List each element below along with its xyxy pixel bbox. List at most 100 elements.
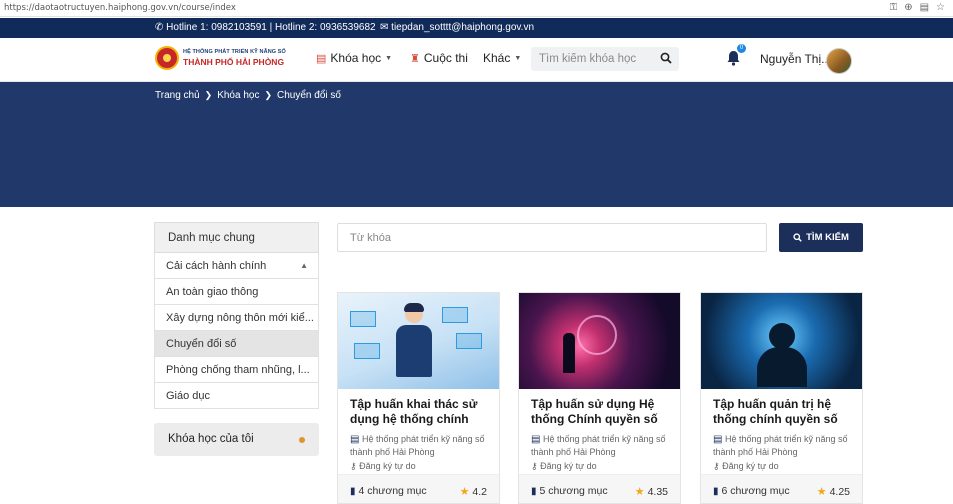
star-icon: ★ (634, 486, 645, 498)
course-org: Hệ thống phát triển kỹ năng số thành phố… (713, 434, 848, 457)
building-icon: ▤ (531, 434, 541, 445)
chevron-right-icon: ❯ (204, 90, 213, 100)
star-icon: ★ (459, 486, 470, 498)
chapter-count: 5 chương mục (539, 485, 608, 497)
keyword-field-wrapper (337, 223, 767, 252)
course-title[interactable]: Tập huấn khai thác sử dụng hệ thống chín… (350, 397, 487, 427)
breadcrumb-home[interactable]: Trang chủ (155, 90, 200, 101)
course-enroll: Đăng ký tự do (540, 461, 597, 471)
email-group: ✉ tiepdan_sotttt@haiphong.gov.vn (380, 22, 534, 33)
chevron-right-icon: ❯ (264, 90, 273, 100)
chevron-down-icon: ▼ (514, 54, 522, 62)
chevron-up-icon[interactable]: ▲ (300, 253, 308, 278)
email-text[interactable]: tiepdan_sotttt@haiphong.gov.vn (391, 22, 534, 33)
course-enroll: Đăng ký tự do (359, 461, 416, 471)
notification-bell[interactable]: 0 (726, 44, 746, 70)
book-icon: ▮ (531, 486, 537, 497)
course-card-footer: ▮ 4 chương mục ★ 4.2 (338, 474, 499, 503)
sidebar-item-label: Xây dựng nông thôn mới kiể... (166, 312, 314, 324)
key-icon: ⚷ (350, 461, 357, 471)
sidebar-item-administrative-reform[interactable]: Cải cách hành chính ▲ (154, 253, 319, 279)
key-icon[interactable]: ⚿ (890, 2, 898, 14)
course-enroll: Đăng ký tự do (722, 461, 779, 471)
page-hero-banner: Trang chủ ❯ Khóa học ❯ Chuyển đổi số (0, 82, 953, 207)
course-org: Hệ thống phát triển kỹ năng số thành phố… (350, 434, 485, 457)
keyword-input[interactable] (338, 224, 766, 251)
main-navbar: HỆ THỐNG PHÁT TRIỂN KỸ NĂNG SỐ THÀNH PHỐ… (0, 38, 953, 82)
status-dot-icon (299, 437, 305, 443)
browser-tools: ⚿ ⊕ ▤ ☆ (890, 2, 945, 14)
sidebar-item-traffic-safety[interactable]: An toàn giao thông (154, 279, 319, 305)
logo-line-1: HỆ THỐNG PHÁT TRIỂN KỸ NĂNG SỐ (183, 49, 286, 55)
hotline-text: Hotline 1: 0982103591 | Hotline 2: 09365… (166, 22, 376, 33)
nav-other-label: Khác (483, 51, 511, 65)
browser-address-bar[interactable]: https://daotaotructuyen.haiphong.gov.vn/… (0, 0, 953, 17)
sidebar-item-label: Phòng chống tham nhũng, l... (166, 364, 310, 376)
my-courses-label: Khóa học của tôi (168, 433, 254, 445)
sidebar-item-label: Cải cách hành chính (166, 260, 267, 272)
user-name[interactable]: Nguyễn Thị... (760, 52, 831, 66)
search-icon[interactable] (660, 52, 672, 67)
course-search-box (531, 47, 679, 71)
chapter-count: 4 chương mục (358, 485, 427, 497)
course-thumbnail[interactable] (519, 293, 680, 389)
sidebar-item-label: Chuyển đổi số (166, 338, 237, 350)
hotline-group: ✆ Hotline 1: 0982103591 | Hotline 2: 093… (155, 22, 376, 33)
sidebar-item-rural-development[interactable]: Xây dựng nông thôn mới kiể... (154, 305, 319, 331)
building-icon: ▤ (713, 434, 723, 445)
logo-line-2: THÀNH PHỐ HẢI PHÒNG (183, 56, 285, 67)
course-org: Hệ thống phát triển kỹ năng số thành phố… (531, 434, 666, 457)
search-icon (793, 233, 802, 242)
sidebar-item-anti-corruption[interactable]: Phòng chống tham nhũng, l... (154, 357, 319, 383)
course-card[interactable]: Tập huấn khai thác sử dụng hệ thống chín… (337, 292, 500, 504)
book-icon: ▤ (316, 52, 327, 65)
search-button-label: TÌM KIẾM (806, 232, 849, 243)
person-silhouette-illustration (757, 323, 807, 389)
nav-contest[interactable]: ♜ Cuộc thi (410, 51, 468, 65)
phone-icon: ✆ (155, 22, 164, 33)
course-card[interactable]: Tập huấn sử dụng Hệ thống Chính quyền số… (518, 292, 681, 504)
nav-contest-label: Cuộc thi (423, 51, 468, 65)
course-search-input[interactable] (531, 53, 651, 65)
sidebar-item-education[interactable]: Giáo dục (154, 383, 319, 409)
key-icon: ⚷ (531, 461, 538, 471)
favorite-icon[interactable]: ☆ (936, 2, 945, 14)
book-icon: ▮ (713, 486, 719, 497)
book-icon: ▮ (350, 486, 356, 497)
site-logo[interactable]: HỆ THỐNG PHÁT TRIỂN KỸ NĂNG SỐ THÀNH PHỐ… (155, 46, 286, 70)
nav-courses[interactable]: ▤ Khóa học ▼ (316, 51, 392, 65)
zoom-icon[interactable]: ⊕ (904, 2, 912, 14)
reader-icon[interactable]: ▤ (920, 2, 929, 14)
notification-count-badge: 0 (737, 44, 746, 53)
chapter-count: 6 chương mục (721, 485, 790, 497)
nav-courses-label: Khóa học (330, 51, 382, 65)
trophy-icon: ♜ (410, 52, 420, 65)
building-icon: ▤ (350, 434, 360, 445)
course-card[interactable]: Tập huấn quản trị hệ thống chính quyền s… (700, 292, 863, 504)
city-seal-icon (155, 46, 179, 70)
url-text[interactable]: https://daotaotructuyen.haiphong.gov.vn/… (4, 3, 236, 13)
nav-other[interactable]: Khác ▼ (483, 51, 521, 65)
course-rating: 4.25 (829, 486, 850, 498)
chevron-down-icon: ▼ (385, 54, 393, 62)
course-title[interactable]: Tập huấn quản trị hệ thống chính quyền s… (713, 397, 850, 427)
person-silhouette-illustration (563, 333, 575, 373)
breadcrumb-courses[interactable]: Khóa học (217, 90, 259, 101)
my-courses-button[interactable]: Khóa học của tôi (154, 423, 319, 456)
star-icon: ★ (816, 486, 827, 498)
sidebar-item-label: Giáo dục (166, 390, 211, 402)
sidebar-heading: Danh mục chung (154, 222, 319, 253)
course-card-footer: ▮ 6 chương mục ★ 4.25 (701, 474, 862, 503)
course-rating: 4.2 (472, 486, 487, 498)
course-thumbnail[interactable] (701, 293, 862, 389)
course-thumbnail[interactable] (338, 293, 499, 389)
avatar[interactable] (826, 48, 852, 74)
breadcrumb: Trang chủ ❯ Khóa học ❯ Chuyển đổi số (155, 90, 341, 101)
top-info-bar: ✆ Hotline 1: 0982103591 | Hotline 2: 093… (0, 18, 953, 38)
course-card-footer: ▮ 5 chương mục ★ 4.35 (519, 474, 680, 503)
sidebar-item-digital-transformation[interactable]: Chuyển đổi số (154, 331, 319, 357)
businessman-illustration (396, 303, 432, 385)
category-sidebar: Danh mục chung Cải cách hành chính ▲ An … (154, 222, 319, 456)
course-title[interactable]: Tập huấn sử dụng Hệ thống Chính quyền số (531, 397, 668, 427)
search-button[interactable]: TÌM KIẾM (779, 223, 863, 252)
